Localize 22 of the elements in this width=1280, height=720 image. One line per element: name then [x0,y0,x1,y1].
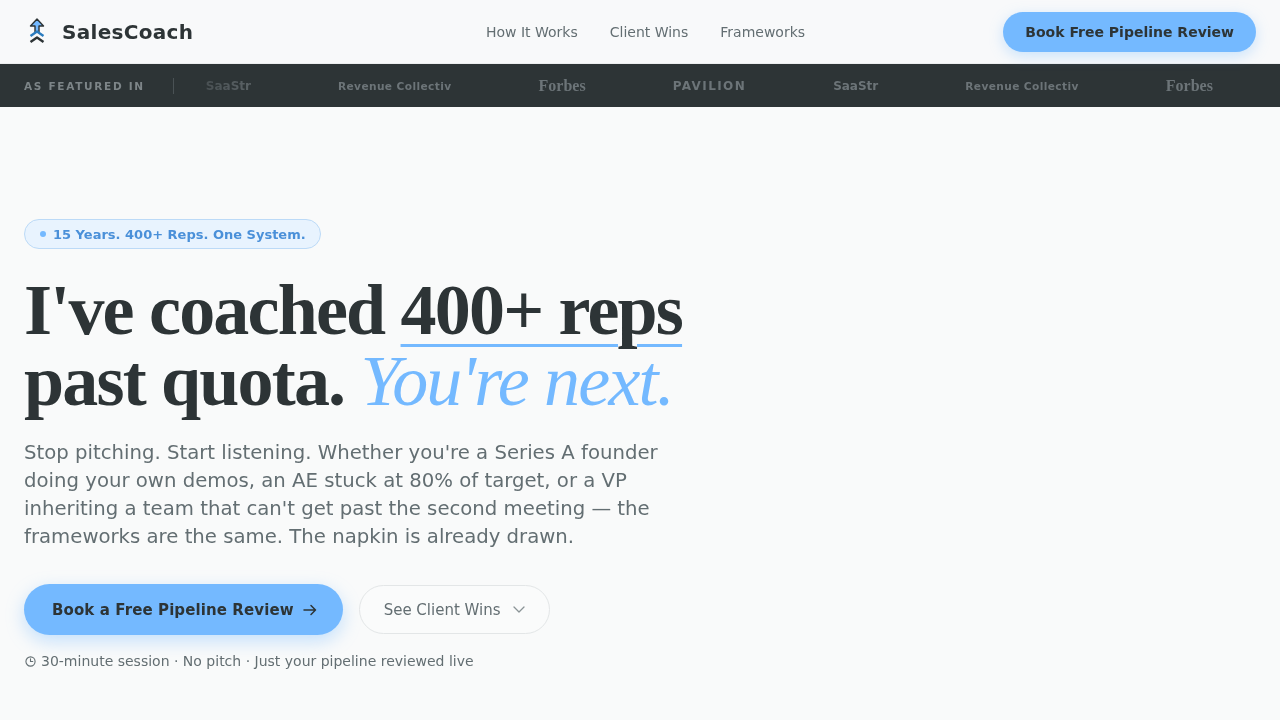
book-review-button[interactable]: Book a Free Pipeline Review [24,584,343,635]
session-note: 30-minute session · No pitch · Just your pipeline reviewed live [41,653,474,669]
brand-name: SalesCoach [62,19,194,44]
press-logo: SaaStr [833,78,879,93]
clock-icon [25,655,36,667]
status-dot-icon [40,231,46,237]
see-client-wins-button[interactable]: See Client Wins [358,585,550,634]
press-logo: Forbes [538,76,586,95]
hero-description: Stop pitching. Start listening. Whether you're a Series A founder doing your own demos, an AE stuck at 80% of target, or a VP inheriting a team that can't get past the second meeting — the frameworks are the same. The napkin is already drawn. [24,440,659,550]
chevron-down-icon [512,606,525,613]
featured-label: AS FEATURED IN [24,79,145,92]
chevron-arrow-logo-icon [29,17,45,46]
press-logo: Forbes [1165,76,1213,95]
header-cta-button[interactable]: Book Free Pipeline Review [1003,11,1256,52]
nav-link[interactable]: How It Works [485,23,578,40]
press-logo: PAVILION [672,78,747,93]
arrow-right-icon [302,603,317,616]
press-logo: Revenue Collectiv [337,79,452,92]
nav-link[interactable]: Frameworks [720,23,806,40]
nav-link[interactable]: Client Wins [609,23,689,40]
badge-text: 15 Years. 400+ Reps. One System. [53,226,306,242]
press-logo: Revenue Collectiv [965,79,1079,92]
